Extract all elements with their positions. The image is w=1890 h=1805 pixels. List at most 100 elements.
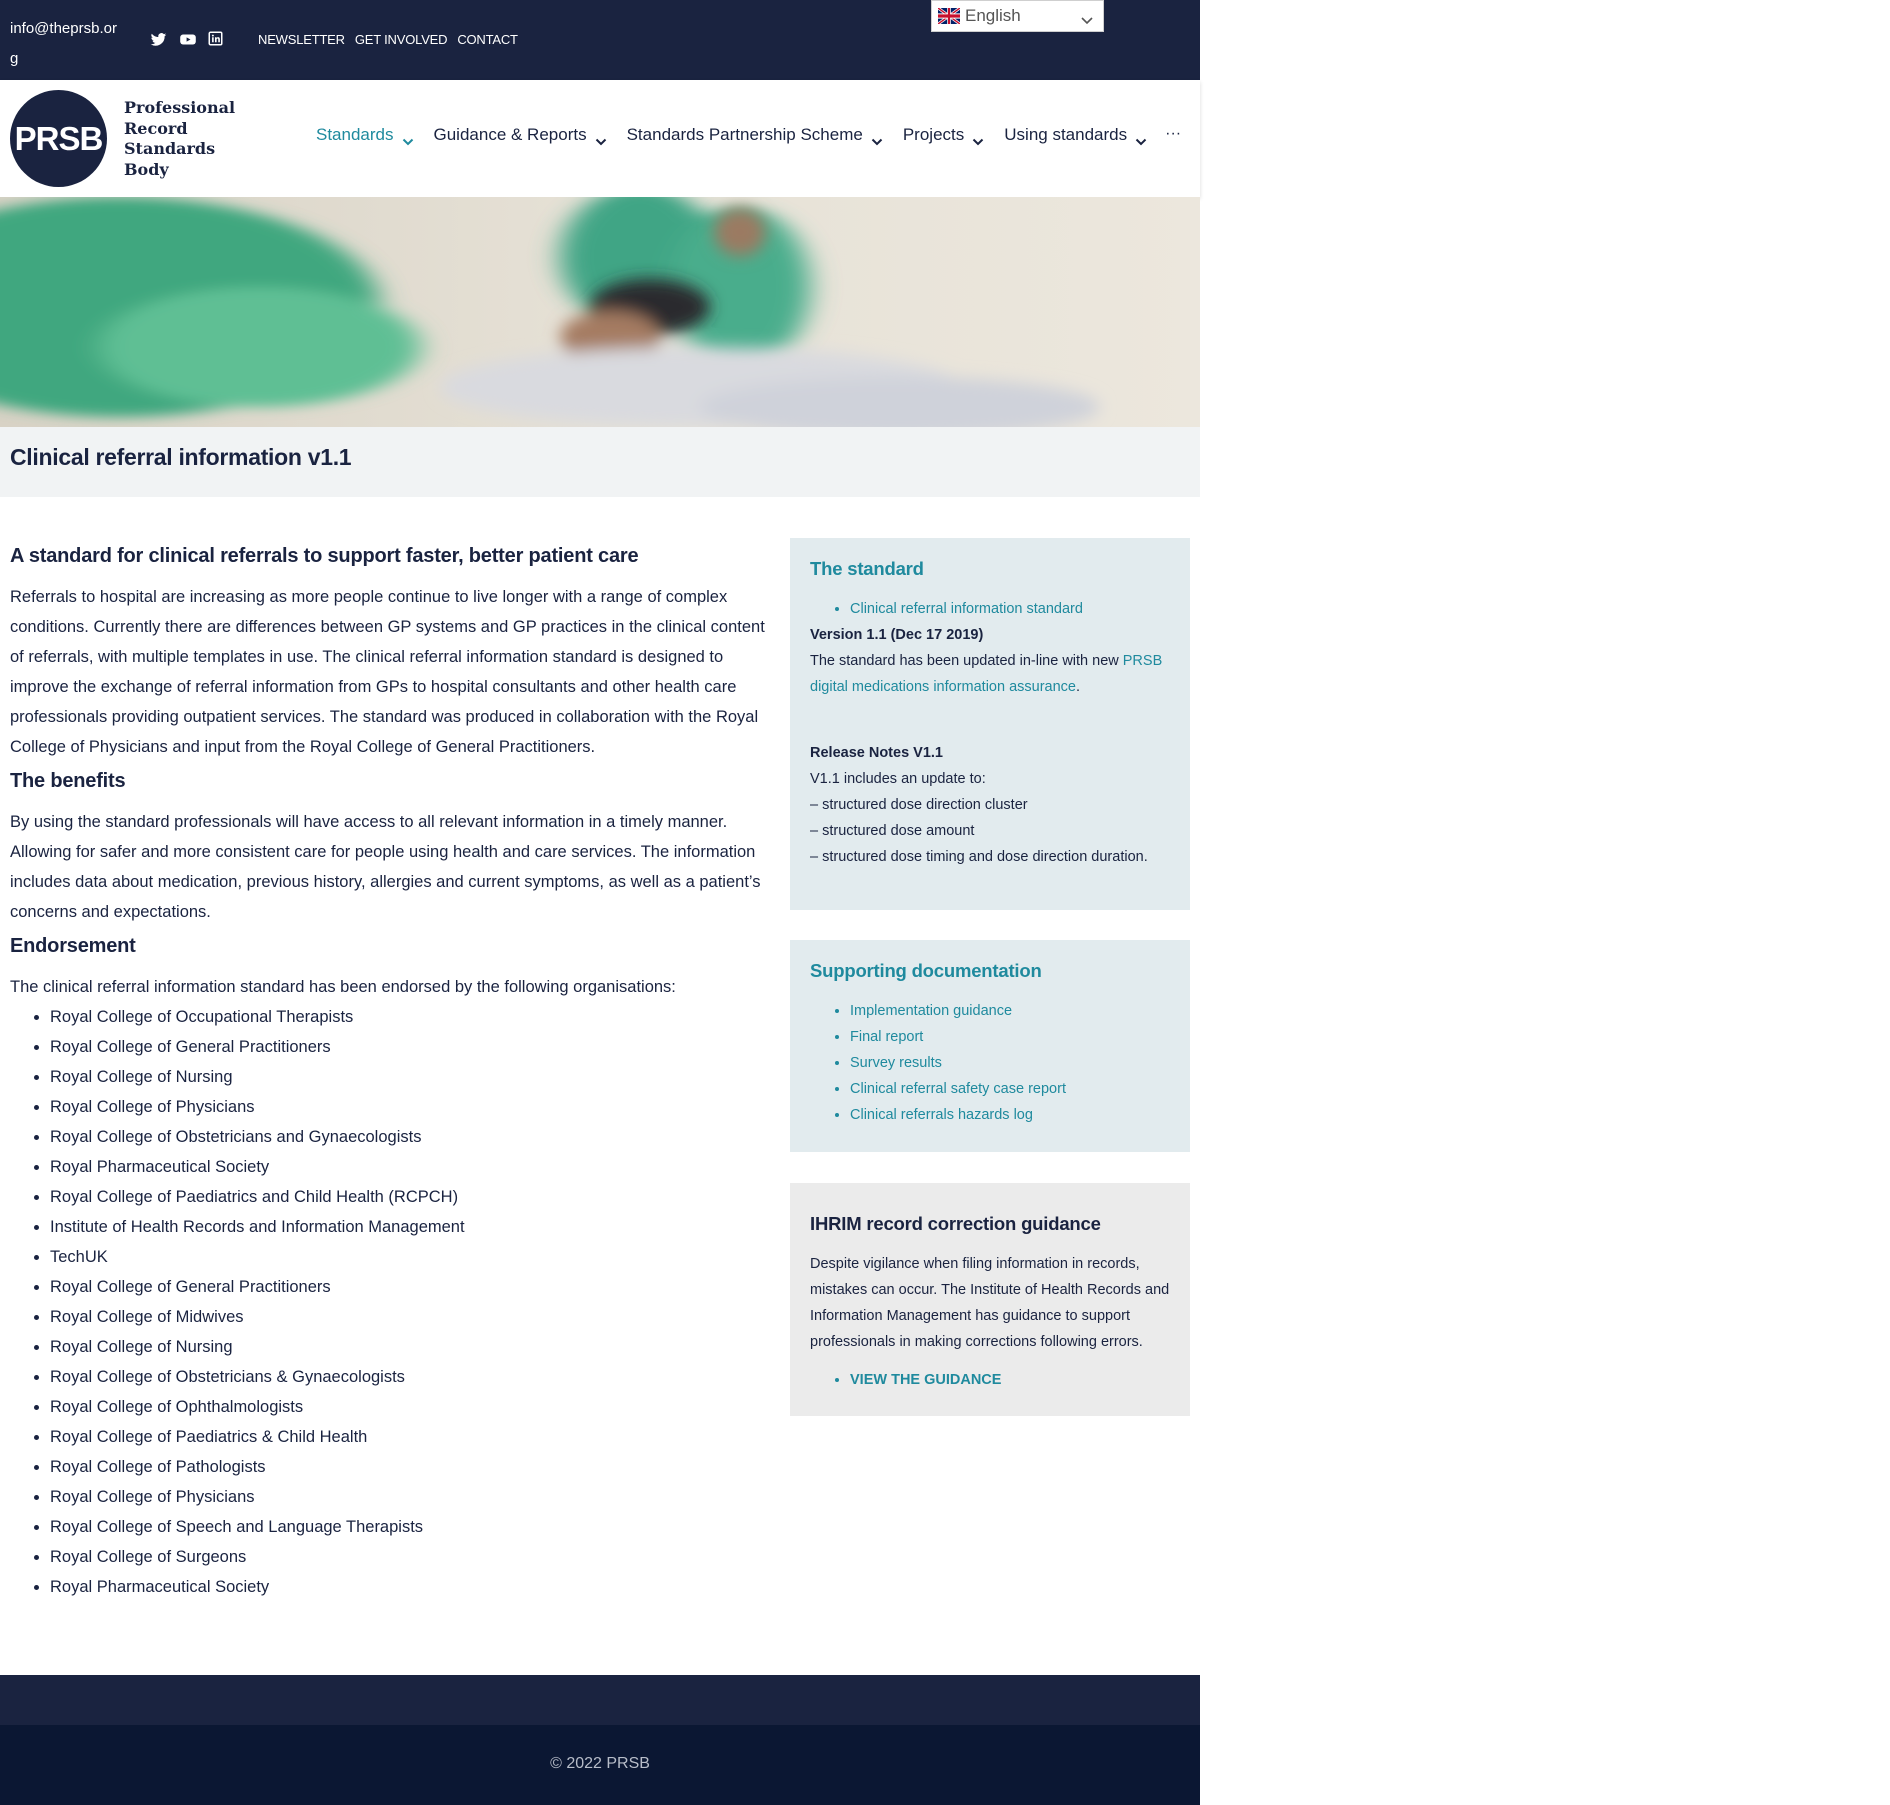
update-note-end: . xyxy=(1075,679,1081,695)
newsletter-link[interactable]: NEWSLETTER xyxy=(258,32,345,47)
more-menu-icon[interactable]: ··· xyxy=(1165,125,1181,145)
survey-results-link[interactable]: Survey results xyxy=(850,1055,942,1071)
nav-item-using-standards[interactable]: Using standards xyxy=(1004,125,1147,146)
list-item: Royal College of Physicians xyxy=(50,1092,770,1122)
list-item: Clinical referrals hazards log xyxy=(850,1102,1170,1128)
benefits-paragraph: By using the standard professionals will… xyxy=(10,813,761,921)
nav-item-label: Standards xyxy=(316,125,394,144)
contact-email-link[interactable]: info@theprsb.org xyxy=(10,14,122,74)
page: info@theprsb.org NEWSLETTER GET INVOLVED… xyxy=(0,0,1200,1805)
intro-paragraph: Referrals to hospital are increasing as … xyxy=(10,588,765,756)
main-content: A standard for clinical referrals to sup… xyxy=(10,545,770,1602)
list-item: Royal College of Paediatrics and Child H… xyxy=(50,1182,770,1212)
update-note-text: The standard has been updated in-line wi… xyxy=(810,653,1123,669)
version-text: Version 1.1 (Dec 17 2019) xyxy=(810,627,984,643)
nav-item-label: Using standards xyxy=(1004,125,1128,144)
version-label: Version 1.1 (Dec 17 2019) xyxy=(810,622,1170,648)
footer-top xyxy=(0,1675,1200,1725)
release-notes-title-text: Release Notes V1.1 xyxy=(810,745,943,761)
list-item: Royal College of Ophthalmologists xyxy=(50,1392,770,1422)
site-header: PRSB Professional Record Standards Body … xyxy=(0,80,1200,197)
list-item: Survey results xyxy=(850,1050,1170,1076)
nav-item-standards[interactable]: Standards xyxy=(316,125,414,146)
logo-line: Record xyxy=(124,118,188,138)
benefits-heading: The benefits xyxy=(10,770,126,792)
release-note-line: – structured dose timing and dose direct… xyxy=(810,849,1148,865)
list-item: Royal College of Midwives xyxy=(50,1302,770,1332)
get-involved-link[interactable]: GET INVOLVED xyxy=(355,32,448,47)
supporting-docs-title: Supporting documentation xyxy=(810,960,1042,981)
logo-line: Body xyxy=(124,159,169,179)
standard-box: The standard Clinical referral informati… xyxy=(790,538,1190,910)
language-label: English xyxy=(965,6,1021,25)
release-note-line: – structured dose amount xyxy=(810,823,975,839)
list-item: Royal College of Nursing xyxy=(50,1332,770,1362)
chevron-down-icon xyxy=(972,131,984,146)
release-note-line: V1.1 includes an update to: xyxy=(810,771,986,787)
nav-item-projects[interactable]: Projects xyxy=(902,125,984,146)
footer-bottom: © 2022 PRSB xyxy=(0,1725,1200,1805)
intro-heading: A standard for clinical referrals to sup… xyxy=(10,545,639,567)
list-item: Royal College of Obstetricians and Gynae… xyxy=(50,1122,770,1152)
logo-line: Professional xyxy=(124,98,236,117)
uk-flag-icon xyxy=(938,8,960,24)
nav-item-label: Projects xyxy=(902,125,965,144)
release-notes-title: Release Notes V1.1 xyxy=(810,740,1170,766)
standard-box-title: The standard xyxy=(810,558,924,579)
list-item: Royal College of Occupational Therapists xyxy=(50,1002,770,1032)
list-item: Royal Pharmaceutical Society xyxy=(50,1152,770,1182)
social-links xyxy=(150,31,225,48)
nav-item-guidance-reports[interactable]: Guidance & Reports xyxy=(433,125,607,146)
list-item: VIEW THE GUIDANCE xyxy=(850,1367,1170,1393)
nav-item-standards-partnership-scheme[interactable]: Standards Partnership Scheme xyxy=(626,125,883,146)
ihrim-box: IHRIM record correction guidance Despite… xyxy=(790,1183,1190,1416)
chevron-down-icon xyxy=(871,131,883,146)
page-title: Clinical referral information v1.1 xyxy=(10,444,352,470)
prsb-logo[interactable]: PRSB xyxy=(10,90,107,187)
list-item: Implementation guidance xyxy=(850,998,1170,1024)
list-item: Institute of Health Records and Informat… xyxy=(50,1212,770,1242)
chevron-down-icon xyxy=(1081,10,1093,30)
implementation-guidance-link[interactable]: Implementation guidance xyxy=(850,1003,1012,1019)
list-item: Royal College of General Practitioners xyxy=(50,1272,770,1302)
chevron-down-icon xyxy=(402,131,414,146)
language-select[interactable]: English xyxy=(931,0,1104,32)
list-item: Clinical referral safety case report xyxy=(850,1076,1170,1102)
ihrim-links: VIEW THE GUIDANCE xyxy=(850,1367,1170,1393)
list-item: Clinical referral information standard xyxy=(850,596,1170,622)
supporting-docs-box: Supporting documentation Implementation … xyxy=(790,940,1190,1152)
page-title-band: Clinical referral information v1.1 xyxy=(0,427,1200,497)
safety-case-report-link[interactable]: Clinical referral safety case report xyxy=(850,1081,1066,1097)
hero-image xyxy=(0,197,1200,427)
view-guidance-link[interactable]: VIEW THE GUIDANCE xyxy=(850,1372,1001,1388)
main-nav: Standards Guidance & Reports Standards P… xyxy=(316,125,1181,146)
supporting-docs-links: Implementation guidance Final report Sur… xyxy=(850,998,1170,1128)
twitter-icon[interactable] xyxy=(150,31,167,48)
endorsement-list: Royal College of Occupational Therapists… xyxy=(50,1002,770,1602)
list-item: Royal College of Paediatrics & Child Hea… xyxy=(50,1422,770,1452)
contact-link[interactable]: CONTACT xyxy=(457,32,518,47)
standard-document-link[interactable]: Clinical referral information standard xyxy=(850,601,1083,617)
linkedin-icon[interactable] xyxy=(208,31,225,48)
chevron-down-icon xyxy=(1135,131,1147,146)
youtube-icon[interactable] xyxy=(179,31,196,48)
ihrim-text: Despite vigilance when filing informatio… xyxy=(810,1256,1170,1350)
nav-item-label: Standards Partnership Scheme xyxy=(626,125,863,144)
list-item: Royal Pharmaceutical Society xyxy=(50,1572,770,1602)
logo-line: Standards xyxy=(124,139,216,158)
update-note: The standard has been updated in-line wi… xyxy=(810,648,1170,700)
list-item: Royal College of Speech and Language The… xyxy=(50,1512,770,1542)
logo-abbreviation: PRSB xyxy=(14,119,104,157)
list-item: Royal College of Obstetricians & Gynaeco… xyxy=(50,1362,770,1392)
logo-text[interactable]: Professional Record Standards Body xyxy=(124,98,244,180)
list-item: Royal College of Pathologists xyxy=(50,1452,770,1482)
chevron-down-icon xyxy=(595,131,607,146)
endorsement-intro: The clinical referral information standa… xyxy=(10,978,676,996)
nav-item-label: Guidance & Reports xyxy=(433,125,587,144)
list-item: Royal College of General Practitioners xyxy=(50,1032,770,1062)
hazards-log-link[interactable]: Clinical referrals hazards log xyxy=(850,1107,1033,1123)
final-report-link[interactable]: Final report xyxy=(850,1029,923,1045)
list-item: Royal College of Surgeons xyxy=(50,1542,770,1572)
copyright: © 2022 PRSB xyxy=(550,1755,650,1772)
release-note-line: – structured dose direction cluster xyxy=(810,797,1028,813)
